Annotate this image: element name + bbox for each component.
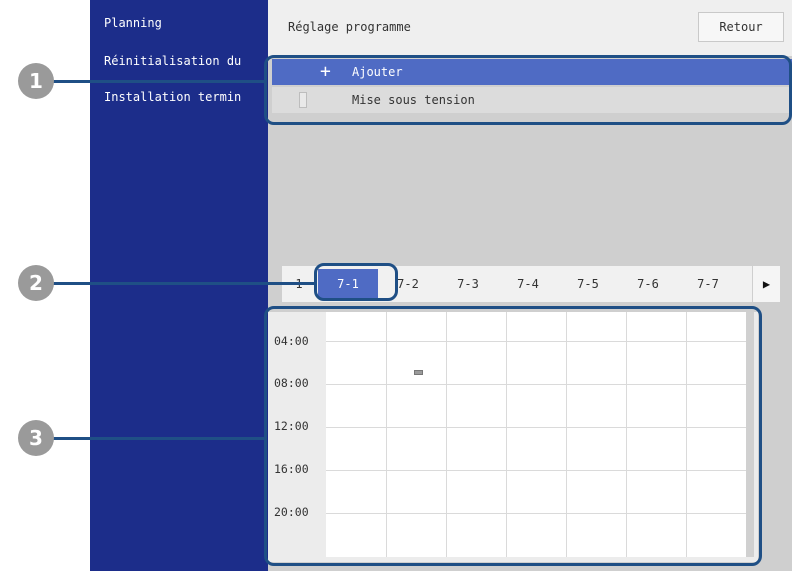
callout-box-timetable	[264, 306, 762, 566]
callout-line-2	[52, 282, 314, 285]
callout-badge-3: 3	[18, 420, 54, 456]
back-button[interactable]: Retour	[698, 12, 784, 42]
tab-7-3[interactable]: 7-3	[438, 269, 498, 299]
sidebar-item-planning[interactable]: Planning	[104, 16, 162, 30]
header-bar: Réglage programme Retour	[268, 0, 792, 56]
callout-box-schedule-list	[264, 55, 792, 125]
tab-7-5[interactable]: 7-5	[558, 269, 618, 299]
callout-badge-1: 1	[18, 63, 54, 99]
tab-7-4[interactable]: 7-4	[498, 269, 558, 299]
callout-badge-2: 2	[18, 265, 54, 301]
sidebar-menu: Planning Réinitialisation du Installatio…	[90, 0, 268, 571]
callout-box-date-tab	[314, 263, 398, 301]
callout-line-1	[52, 80, 264, 83]
tab-7-7[interactable]: 7-7	[678, 269, 738, 299]
sidebar-item-installation[interactable]: Installation termin	[104, 90, 241, 104]
page-title: Réglage programme	[288, 20, 411, 34]
tab-7-6[interactable]: 7-6	[618, 269, 678, 299]
sidebar-item-reinitialisation[interactable]: Réinitialisation du	[104, 54, 241, 68]
callout-line-3	[52, 437, 264, 440]
next-arrow-button[interactable]: ▶	[752, 266, 780, 302]
